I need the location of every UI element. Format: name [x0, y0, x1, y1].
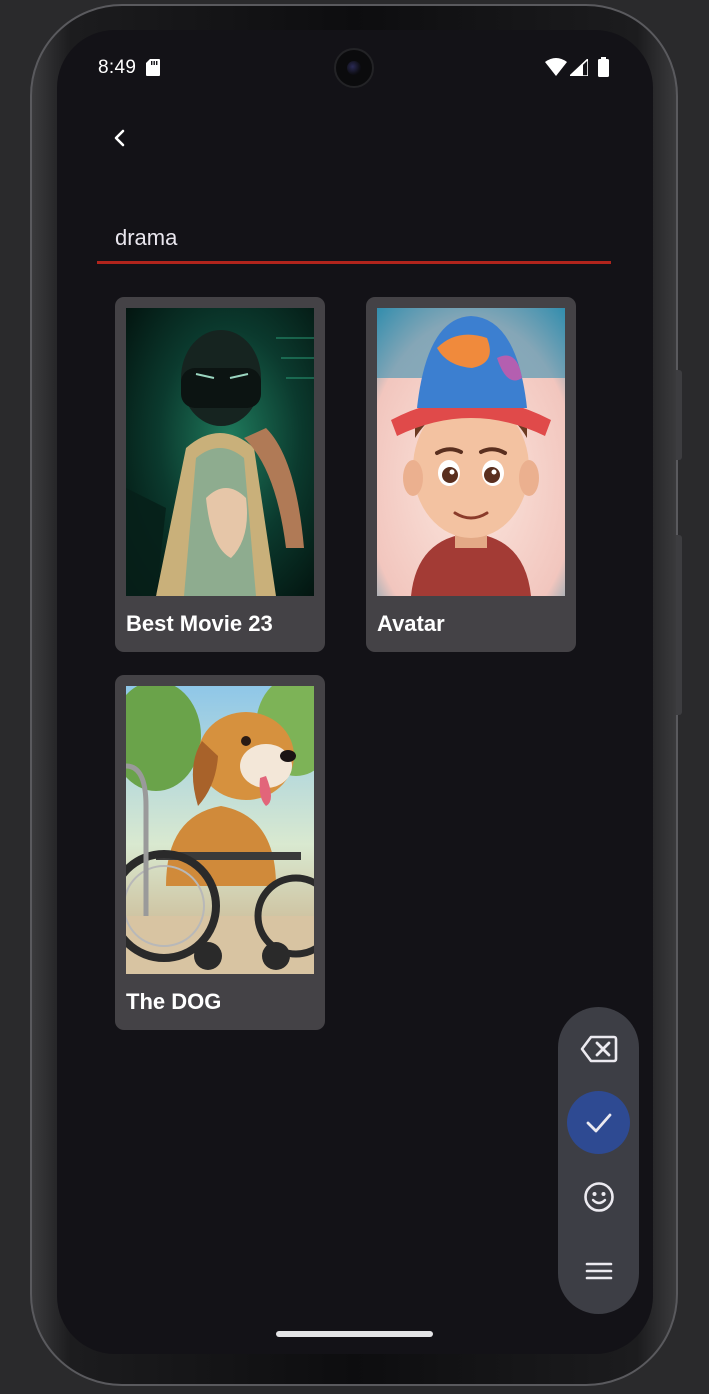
- battery-icon: [598, 57, 609, 77]
- keyboard-toolbar: [558, 1007, 639, 1314]
- status-bar: 8:49: [57, 30, 653, 106]
- menu-icon: [585, 1262, 612, 1279]
- sd-card-icon: [146, 59, 160, 76]
- movie-poster: [126, 308, 314, 596]
- movie-poster: [377, 308, 565, 596]
- movie-title: Best Movie 23: [126, 611, 273, 636]
- check-icon: [586, 1113, 611, 1132]
- search-input[interactable]: [115, 222, 595, 254]
- done-button[interactable]: [567, 1091, 630, 1154]
- wifi-icon: [545, 58, 567, 76]
- app-screen: 8:49 drama Best Movie 23 Avatar The DOG: [57, 30, 653, 1354]
- movie-card[interactable]: Best Movie 23: [115, 297, 325, 652]
- gesture-nav-handle[interactable]: [276, 1331, 433, 1337]
- movie-poster: [126, 686, 314, 974]
- status-time: 8:49: [98, 57, 137, 78]
- movie-title: Avatar: [377, 611, 445, 636]
- back-button[interactable]: [100, 118, 140, 158]
- movie-card[interactable]: Avatar: [366, 297, 576, 652]
- chevron-left-icon: [114, 129, 125, 147]
- search-field[interactable]: [97, 210, 611, 264]
- menu-button[interactable]: [567, 1239, 630, 1302]
- front-camera: [334, 48, 374, 88]
- movie-title: The DOG: [126, 989, 222, 1014]
- volume-button: [676, 535, 682, 715]
- emoji-button[interactable]: [567, 1165, 630, 1228]
- movie-card[interactable]: The DOG: [115, 675, 325, 1030]
- power-button: [676, 370, 682, 460]
- signal-icon: [570, 59, 588, 76]
- backspace-icon: [580, 1035, 617, 1062]
- emoji-icon: [583, 1181, 614, 1212]
- backspace-button[interactable]: [567, 1017, 630, 1080]
